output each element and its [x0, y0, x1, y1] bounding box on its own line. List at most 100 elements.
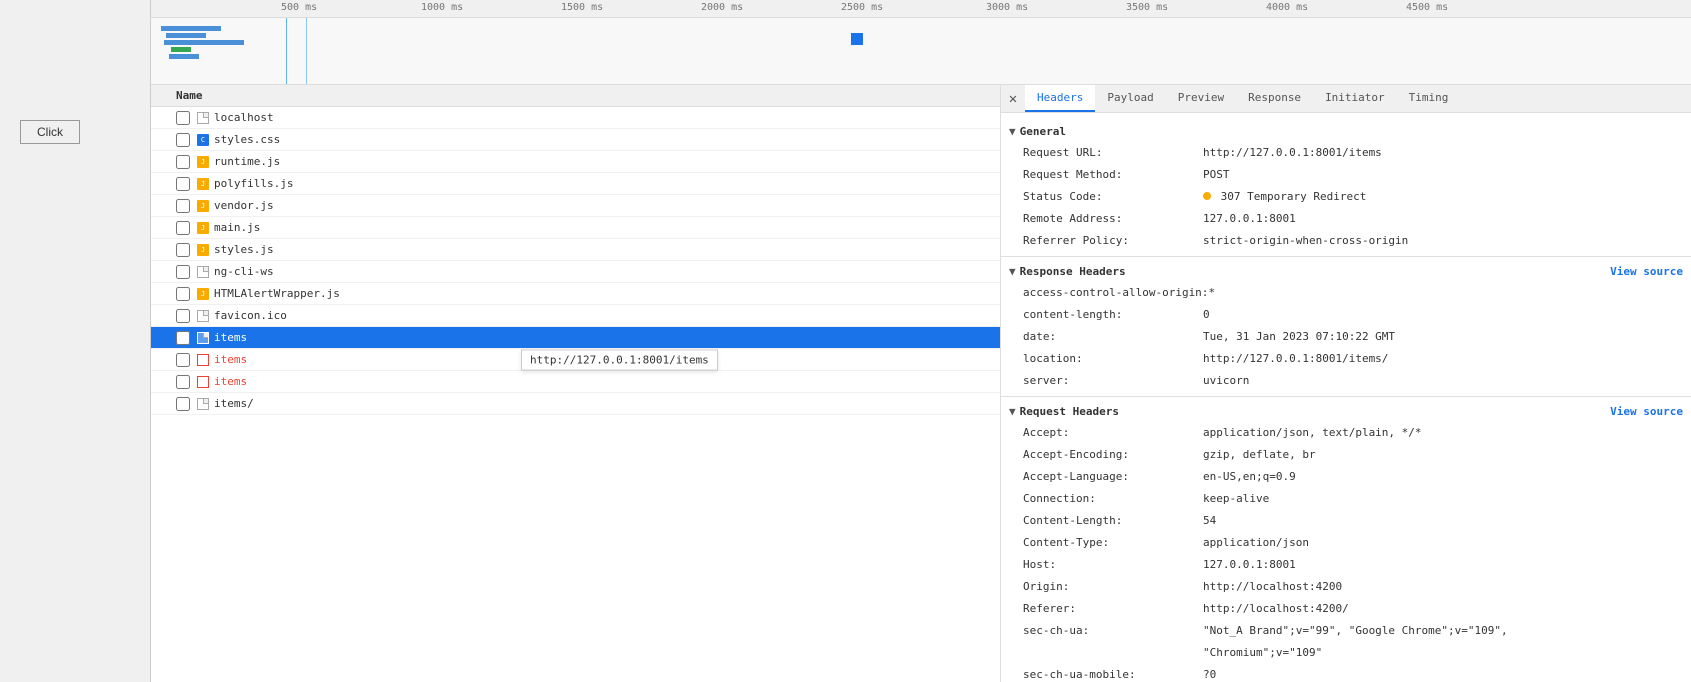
row-checkbox[interactable] — [176, 199, 190, 213]
row-checkbox[interactable] — [176, 375, 190, 389]
details-tabs: ✕ Headers Payload Preview Response Initi… — [1001, 85, 1691, 113]
page-icon — [196, 331, 210, 345]
row-checkbox[interactable] — [176, 265, 190, 279]
detail-value: uvicorn — [1203, 372, 1249, 390]
click-button[interactable]: Click — [20, 120, 80, 144]
list-item[interactable]: J runtime.js — [151, 151, 1000, 173]
tab-initiator[interactable]: Initiator — [1313, 85, 1397, 112]
general-section-header[interactable]: ▼ General — [1001, 121, 1691, 142]
detail-row: Status Code: 307 Temporary Redirect — [1001, 186, 1691, 208]
view-source-link[interactable]: View source — [1610, 265, 1683, 278]
row-name: vendor.js — [214, 199, 1000, 212]
row-checkbox[interactable] — [176, 397, 190, 411]
ruler-tick-500: 500 ms — [281, 2, 317, 13]
detail-value: ?0 — [1203, 666, 1216, 682]
detail-key: Remote Address: — [1023, 210, 1203, 228]
ruler-tick-1500: 1500 ms — [561, 2, 603, 13]
list-item[interactable]: J vendor.js — [151, 195, 1000, 217]
row-checkbox[interactable] — [176, 221, 190, 235]
ruler-tick-1000: 1000 ms — [421, 2, 463, 13]
row-name: styles.js — [214, 243, 1000, 256]
detail-value: 0 — [1203, 306, 1210, 324]
detail-value: 54 — [1203, 512, 1216, 530]
triangle-icon: ▼ — [1009, 125, 1016, 138]
tab-timing[interactable]: Timing — [1397, 85, 1461, 112]
detail-key: Request URL: — [1023, 144, 1203, 162]
list-item-selected[interactable]: items — [151, 327, 1000, 349]
status-dot — [1203, 192, 1211, 200]
js-icon: J — [196, 199, 210, 213]
response-headers-section-header[interactable]: ▼ Response Headers View source — [1001, 261, 1691, 282]
detail-key: location: — [1023, 350, 1203, 368]
list-item[interactable]: localhost — [151, 107, 1000, 129]
list-item[interactable]: items/ — [151, 393, 1000, 415]
detail-value: Tue, 31 Jan 2023 07:10:22 GMT — [1203, 328, 1395, 346]
close-button[interactable]: ✕ — [1001, 85, 1025, 112]
detail-key: Origin: — [1023, 578, 1203, 596]
detail-value: 127.0.0.1:8001 — [1203, 210, 1296, 228]
detail-key: Accept: — [1023, 424, 1203, 442]
detail-key: Content-Type: — [1023, 534, 1203, 552]
tab-preview[interactable]: Preview — [1166, 85, 1236, 112]
detail-key: access-control-allow-origin: — [1023, 284, 1208, 302]
request-headers-section-header[interactable]: ▼ Request Headers View source — [1001, 401, 1691, 422]
page-icon — [196, 309, 210, 323]
row-checkbox[interactable] — [176, 331, 190, 345]
detail-key: Host: — [1023, 556, 1203, 574]
row-checkbox[interactable] — [176, 177, 190, 191]
detail-value: http://127.0.0.1:8001/items/ — [1203, 350, 1388, 368]
name-column-header: Name — [176, 89, 203, 102]
row-checkbox[interactable] — [176, 309, 190, 323]
detail-row: Accept-Language: en-US,en;q=0.9 — [1001, 466, 1691, 488]
tab-payload[interactable]: Payload — [1095, 85, 1165, 112]
detail-row: server: uvicorn — [1001, 370, 1691, 392]
triangle-icon: ▼ — [1009, 405, 1016, 418]
detail-row: access-control-allow-origin: * — [1001, 282, 1691, 304]
ruler-tick-4000: 4000 ms — [1266, 2, 1308, 13]
list-item[interactable]: J styles.js — [151, 239, 1000, 261]
timeline-ruler: 500 ms 1000 ms 1500 ms 2000 ms 2500 ms 3… — [151, 0, 1691, 18]
page-icon — [196, 111, 210, 125]
list-item[interactable]: favicon.ico — [151, 305, 1000, 327]
js-icon: J — [196, 155, 210, 169]
row-checkbox[interactable] — [176, 155, 190, 169]
response-headers-label: Response Headers — [1020, 265, 1126, 278]
ruler-tick-4500: 4500 ms — [1406, 2, 1448, 13]
tab-headers[interactable]: Headers — [1025, 85, 1095, 112]
detail-value: "Not_A Brand";v="99", "Google Chrome";v=… — [1203, 622, 1508, 640]
detail-value: en-US,en;q=0.9 — [1203, 468, 1296, 486]
detail-row: "Chromium";v="109" — [1001, 642, 1691, 664]
row-checkbox[interactable] — [176, 111, 190, 125]
xhr-icon — [196, 375, 210, 389]
tab-response[interactable]: Response — [1236, 85, 1313, 112]
list-item[interactable]: J HTMLAlertWrapper.js — [151, 283, 1000, 305]
row-name: HTMLAlertWrapper.js — [214, 287, 1000, 300]
detail-value: http://localhost:4200/ — [1203, 600, 1349, 618]
row-name: main.js — [214, 221, 1000, 234]
list-item[interactable]: items — [151, 371, 1000, 393]
list-item[interactable]: ng-cli-ws — [151, 261, 1000, 283]
section-divider — [1001, 396, 1691, 397]
view-source-link-2[interactable]: View source — [1610, 405, 1683, 418]
network-list-header: Name — [151, 85, 1000, 107]
detail-value: application/json, text/plain, */* — [1203, 424, 1422, 442]
devtools-panel: 500 ms 1000 ms 1500 ms 2000 ms 2500 ms 3… — [150, 0, 1691, 682]
row-checkbox[interactable] — [176, 243, 190, 257]
list-item[interactable]: items http://127.0.0.1:8001/items — [151, 349, 1000, 371]
triangle-icon: ▼ — [1009, 265, 1016, 278]
row-checkbox[interactable] — [176, 353, 190, 367]
detail-key: Accept-Encoding: — [1023, 446, 1203, 464]
detail-key: Accept-Language: — [1023, 468, 1203, 486]
row-name: localhost — [214, 111, 1000, 124]
row-name: favicon.ico — [214, 309, 1000, 322]
row-checkbox[interactable] — [176, 133, 190, 147]
list-item[interactable]: J main.js — [151, 217, 1000, 239]
list-item[interactable]: J polyfills.js — [151, 173, 1000, 195]
detail-row: date: Tue, 31 Jan 2023 07:10:22 GMT — [1001, 326, 1691, 348]
row-name: items — [214, 331, 1000, 344]
detail-row: Referer: http://localhost:4200/ — [1001, 598, 1691, 620]
list-item[interactable]: C styles.css — [151, 129, 1000, 151]
js-icon: J — [196, 221, 210, 235]
network-list[interactable]: Name localhost C styles.css — [151, 85, 1001, 682]
row-checkbox[interactable] — [176, 287, 190, 301]
